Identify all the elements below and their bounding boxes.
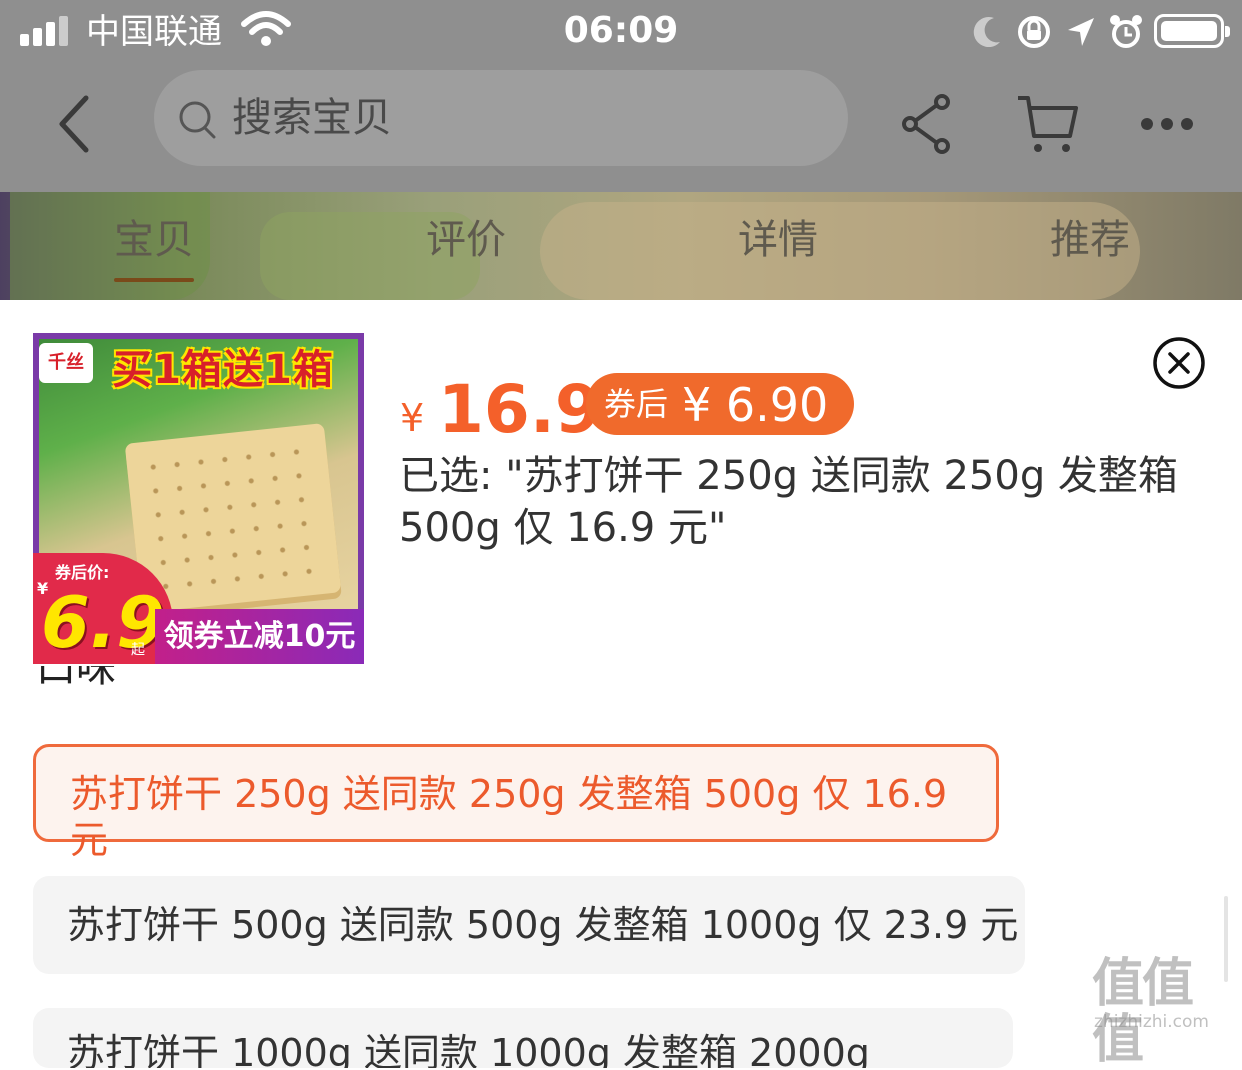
sku-sheet: 千丝 买1箱送1箱 券后价: ¥ 6.9 起 领券立减10元 ¥ 16.9 券后… [0, 300, 1242, 1068]
tab-details[interactable]: 详情 [738, 216, 818, 264]
clock: 06:09 [563, 10, 679, 51]
sku-option-2[interactable]: 苏打饼干 500g 送同款 500g 发整箱 1000g 仅 23.9 元 [33, 876, 1025, 974]
thumb-coupon-text: 领券立减10元 [155, 609, 364, 664]
price-value: 16.9 [438, 371, 601, 448]
back-icon[interactable] [48, 92, 104, 156]
sku-option-3[interactable]: 苏打饼干 1000g 送同款 1000g 发整箱 2000g [33, 1008, 1013, 1068]
thumb-price-value: 6.9 [41, 582, 166, 664]
battery-icon [1154, 14, 1230, 48]
sku-option-1[interactable]: 苏打饼干 250g 送同款 250g 发整箱 500g 仅 16.9 元 [33, 744, 999, 862]
sku-option-label: 苏打饼干 500g 送同款 500g 发整箱 1000g 仅 23.9 元 [67, 903, 1019, 947]
search-input[interactable]: 搜索宝贝 [154, 70, 848, 166]
close-icon[interactable] [1152, 336, 1206, 390]
coupon-price-badge: 券后 ¥ 6.90 [586, 373, 854, 435]
coupon-label: 券后 [604, 385, 669, 423]
sku-option-label: 苏打饼干 250g 送同款 250g 发整箱 500g 仅 16.9 元 [70, 772, 948, 862]
watermark: 值值值 zhizhizhi.com [1092, 956, 1236, 1068]
rotation-lock-icon [1018, 16, 1050, 48]
coupon-price: ¥ 6.90 [682, 378, 829, 432]
status-bar: 中国联通 06:09 [0, 0, 1242, 64]
search-icon [179, 101, 216, 139]
watermark-site: zhizhizhi.com [1094, 1012, 1209, 1032]
thumb-price-label: 券后价: [55, 563, 110, 582]
tab-bar: 宝贝 评价 详情 推荐 [0, 192, 1242, 300]
thumb-banner: 买1箱送1箱 [112, 347, 334, 393]
tab-recommend[interactable]: 推荐 [1050, 216, 1130, 264]
brand-logo: 千丝 [39, 343, 93, 383]
thumb-price-suffix: 起 [131, 642, 145, 658]
dimmed-header: 中国联通 06:09 搜索宝贝 宝贝 评价 详情 推荐 [0, 0, 1242, 300]
more-icon[interactable] [1140, 114, 1194, 134]
tab-product[interactable]: 宝贝 [114, 216, 194, 264]
tab-active-indicator [114, 278, 194, 282]
search-placeholder: 搜索宝贝 [232, 95, 392, 141]
tab-reviews[interactable]: 评价 [426, 216, 506, 264]
product-thumbnail[interactable]: 千丝 买1箱送1箱 券后价: ¥ 6.9 起 领券立减10元 [33, 333, 364, 664]
cart-icon[interactable] [1014, 92, 1080, 156]
location-icon [1068, 18, 1094, 46]
selected-sku-text: 已选: "苏打饼干 250g 送同款 250g 发整箱 500g 仅 16.9 … [399, 453, 1178, 551]
sku-section-label: 口味 [36, 666, 116, 691]
price-currency: ¥ [400, 396, 425, 440]
nav-bar: 搜索宝贝 [0, 64, 1242, 192]
sku-option-label: 苏打饼干 1000g 送同款 1000g 发整箱 2000g [67, 1031, 870, 1068]
alarm-icon [1110, 15, 1142, 48]
moon-icon [973, 17, 1000, 48]
share-icon[interactable] [900, 94, 954, 154]
